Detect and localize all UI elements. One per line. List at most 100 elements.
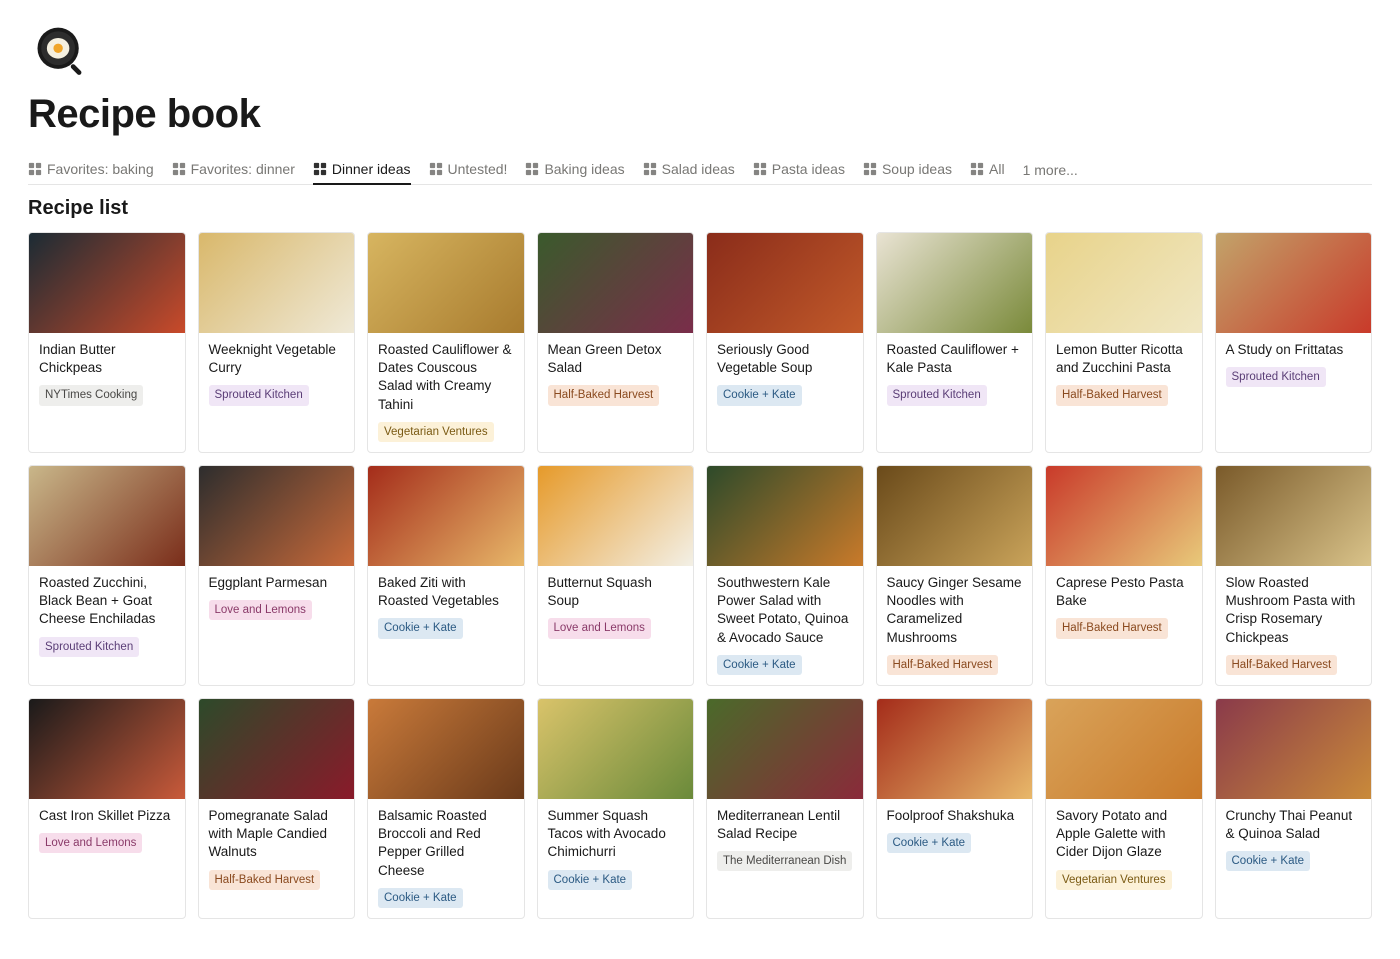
source-tag: Cookie + Kate [378, 618, 463, 638]
recipe-card[interactable]: Butternut Squash Soup Love and Lemons [537, 465, 695, 686]
source-tag: Cookie + Kate [887, 833, 972, 853]
recipe-card[interactable]: Southwestern Kale Power Salad with Sweet… [706, 465, 864, 686]
card-body: Summer Squash Tacos with Avocado Chimich… [538, 799, 694, 900]
gallery-icon [970, 162, 984, 176]
recipe-card[interactable]: Balsamic Roasted Broccoli and Red Pepper… [367, 698, 525, 919]
source-tag: Sprouted Kitchen [39, 637, 139, 657]
tab-label: Dinner ideas [332, 161, 411, 177]
source-tag: Half-Baked Harvest [209, 870, 321, 890]
card-body: Butternut Squash Soup Love and Lemons [538, 566, 694, 649]
source-tag: Half-Baked Harvest [887, 655, 999, 675]
recipe-card[interactable]: Crunchy Thai Peanut & Quinoa Salad Cookie… [1215, 698, 1373, 919]
recipe-gallery: Indian Butter ChickpeasNYTimes CookingWe… [28, 232, 1372, 919]
recipe-card[interactable]: A Study on Frittatas Sprouted Kitchen [1215, 232, 1373, 453]
card-body: Baked Ziti with Roasted VegetablesCookie… [368, 566, 524, 649]
source-tag: Half-Baked Harvest [1056, 385, 1168, 405]
recipe-title: A Study on Frittatas [1226, 341, 1362, 359]
recipe-image [1046, 466, 1202, 566]
source-tag: NYTimes Cooking [39, 385, 143, 405]
source-tag: Cookie + Kate [548, 870, 633, 890]
recipe-image [1216, 699, 1372, 799]
recipe-card[interactable]: Roasted Cauliflower + Kale PastaSprouted… [876, 232, 1034, 453]
recipe-card[interactable]: Seriously Good Vegetable Soup Cookie + Ka… [706, 232, 864, 453]
card-body: Lemon Butter Ricotta and Zucchini PastaH… [1046, 333, 1202, 416]
gallery-icon [172, 162, 186, 176]
source-tag: Cookie + Kate [1226, 851, 1311, 871]
recipe-title: Saucy Ginger Sesame Noodles with Caramel… [887, 574, 1023, 647]
recipe-image [1216, 466, 1372, 566]
view-tab[interactable]: Untested! [429, 155, 508, 185]
source-tag: Love and Lemons [39, 833, 142, 853]
recipe-card[interactable]: Slow Roasted Mushroom Pasta with Crisp R… [1215, 465, 1373, 686]
recipe-title: Roasted Cauliflower + Kale Pasta [887, 341, 1023, 377]
view-tab[interactable]: Favorites: baking [28, 155, 154, 185]
recipe-card[interactable]: Saucy Ginger Sesame Noodles with Caramel… [876, 465, 1034, 686]
view-tab[interactable]: Salad ideas [643, 155, 735, 185]
card-body: Saucy Ginger Sesame Noodles with Caramel… [877, 566, 1033, 685]
recipe-card[interactable]: Roasted Zucchini, Black Bean + Goat Chee… [28, 465, 186, 686]
recipe-card[interactable]: Cast Iron Skillet PizzaLove and Lemons [28, 698, 186, 919]
recipe-image [877, 233, 1033, 333]
recipe-title: Summer Squash Tacos with Avocado Chimich… [548, 807, 684, 862]
recipe-title: Pomegranate Salad with Maple Candied Wal… [209, 807, 345, 862]
card-body: Roasted Cauliflower & Dates Couscous Sal… [368, 333, 524, 452]
recipe-title: Weeknight Vegetable Curry [209, 341, 345, 377]
view-tab[interactable]: Dinner ideas [313, 155, 411, 185]
tab-label: Baking ideas [544, 161, 624, 177]
recipe-image [877, 466, 1033, 566]
recipe-card[interactable]: Eggplant ParmesanLove and Lemons [198, 465, 356, 686]
recipe-title: Caprese Pesto Pasta Bake [1056, 574, 1192, 610]
recipe-title: Mean Green Detox Salad [548, 341, 684, 377]
recipe-title: Seriously Good Vegetable Soup [717, 341, 853, 377]
recipe-title: Butternut Squash Soup [548, 574, 684, 610]
view-tab[interactable]: Baking ideas [525, 155, 624, 185]
recipe-card[interactable]: Caprese Pesto Pasta Bake Half-Baked Harve… [1045, 465, 1203, 686]
recipe-card[interactable]: Indian Butter ChickpeasNYTimes Cooking [28, 232, 186, 453]
source-tag: Vegetarian Ventures [378, 422, 494, 442]
source-tag: Cookie + Kate [717, 385, 802, 405]
recipe-card[interactable]: Savory Potato and Apple Galette with Cid… [1045, 698, 1203, 919]
card-body: Roasted Zucchini, Black Bean + Goat Chee… [29, 566, 185, 667]
view-tab[interactable]: All [970, 155, 1005, 185]
source-tag: Half-Baked Harvest [548, 385, 660, 405]
recipe-card[interactable]: Baked Ziti with Roasted VegetablesCookie… [367, 465, 525, 686]
tab-label: Favorites: dinner [191, 161, 295, 177]
recipe-card[interactable]: Summer Squash Tacos with Avocado Chimich… [537, 698, 695, 919]
source-tag: Love and Lemons [548, 618, 651, 638]
source-tag: Vegetarian Ventures [1056, 870, 1172, 890]
card-body: A Study on Frittatas Sprouted Kitchen [1216, 333, 1372, 397]
recipe-card[interactable]: Mediterranean Lentil Salad RecipeThe Med… [706, 698, 864, 919]
recipe-image [29, 233, 185, 333]
card-body: Savory Potato and Apple Galette with Cid… [1046, 799, 1202, 900]
recipe-image [538, 466, 694, 566]
recipe-image [29, 699, 185, 799]
page-icon[interactable] [28, 20, 92, 84]
view-tab[interactable]: Pasta ideas [753, 155, 845, 185]
recipe-card[interactable]: Weeknight Vegetable Curry Sprouted Kitche… [198, 232, 356, 453]
more-views-button[interactable]: 1 more... [1023, 156, 1078, 184]
recipe-image [368, 233, 524, 333]
page-title: Recipe book [28, 92, 1372, 137]
gallery-icon [643, 162, 657, 176]
recipe-card[interactable]: Roasted Cauliflower & Dates Couscous Sal… [367, 232, 525, 453]
recipe-card[interactable]: Foolproof ShakshukaCookie + Kate [876, 698, 1034, 919]
recipe-card[interactable]: Pomegranate Salad with Maple Candied Wal… [198, 698, 356, 919]
recipe-image [29, 466, 185, 566]
recipe-title: Crunchy Thai Peanut & Quinoa Salad [1226, 807, 1362, 843]
view-tab[interactable]: Favorites: dinner [172, 155, 295, 185]
view-tab[interactable]: Soup ideas [863, 155, 952, 185]
tab-label: Untested! [448, 161, 508, 177]
recipe-title: Eggplant Parmesan [209, 574, 345, 592]
recipe-card[interactable]: Lemon Butter Ricotta and Zucchini PastaH… [1045, 232, 1203, 453]
recipe-image [1046, 699, 1202, 799]
source-tag: Sprouted Kitchen [1226, 367, 1326, 387]
source-tag: Half-Baked Harvest [1056, 618, 1168, 638]
card-body: Pomegranate Salad with Maple Candied Wal… [199, 799, 355, 900]
source-tag: Sprouted Kitchen [209, 385, 309, 405]
card-body: Foolproof ShakshukaCookie + Kate [877, 799, 1033, 863]
gallery-icon [429, 162, 443, 176]
tab-label: All [989, 161, 1005, 177]
card-body: Mean Green Detox Salad Half-Baked Harvest [538, 333, 694, 416]
recipe-title: Balsamic Roasted Broccoli and Red Pepper… [378, 807, 514, 880]
recipe-card[interactable]: Mean Green Detox Salad Half-Baked Harvest [537, 232, 695, 453]
